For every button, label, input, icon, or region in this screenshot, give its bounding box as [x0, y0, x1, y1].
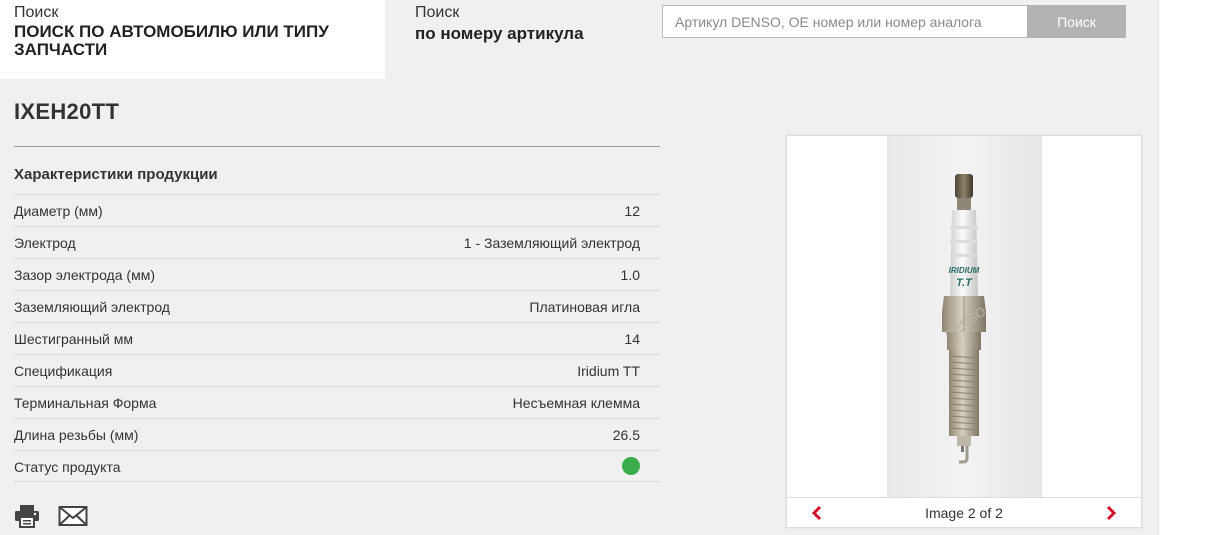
spec-label: Статус продукта: [14, 459, 121, 475]
spec-row-electrode: Электрод 1 - Заземляющий электрод: [14, 226, 660, 258]
image-counter: Image 2 of 2: [925, 505, 1003, 521]
specs-heading: Характеристики продукции: [14, 166, 218, 183]
tab-search-by-vehicle[interactable]: Поиск ПОИСК ПО АВТОМОБИЛЮ ИЛИ ТИПУ ЗАПЧА…: [0, 0, 385, 79]
product-image-gallery: IRIDIUM T.T DENSO Image 2 of 2: [786, 135, 1142, 528]
spec-label: Шестигранный мм: [14, 331, 134, 347]
spark-plug-image: IRIDIUM T.T DENSO: [942, 174, 989, 464]
spec-value: 26.5: [612, 427, 640, 443]
spec-label: Заземляющий электрод: [14, 299, 170, 315]
spec-value: Iridium TT: [577, 363, 640, 379]
action-icons: [14, 504, 88, 533]
spec-value: 1 - Заземляющий электрод: [463, 235, 640, 251]
plug-print-brand: IRIDIUM: [949, 266, 980, 275]
spec-label: Диаметр (мм): [14, 203, 103, 219]
spec-row-status: Статус продукта: [14, 450, 660, 482]
search-button[interactable]: Поиск: [1027, 5, 1126, 38]
tab-vehicle-title: ПОИСК ПО АВТОМОБИЛЮ ИЛИ ТИПУ ЗАПЧАСТИ: [14, 22, 329, 59]
title-divider: [14, 146, 660, 147]
tab-vehicle-caption: Поиск: [14, 4, 59, 21]
plug-print-model: T.T: [956, 277, 973, 289]
spec-label: Электрод: [14, 235, 76, 251]
tab-article-title: по номеру артикула: [415, 24, 584, 43]
right-margin: [1158, 0, 1229, 535]
spec-row-ground-electrode: Заземляющий электрод Платиновая игла: [14, 290, 660, 322]
spec-label: Зазор электрода (мм): [14, 267, 155, 283]
product-photo: IRIDIUM T.T DENSO: [887, 136, 1042, 497]
spec-row-gap: Зазор электрода (мм) 1.0: [14, 258, 660, 290]
next-image-arrow-icon[interactable]: [1101, 503, 1121, 523]
main-content: Поиск ПОИСК ПО АВТОМОБИЛЮ ИЛИ ТИПУ ЗАПЧА…: [0, 0, 1158, 535]
spec-value: Платиновая игла: [529, 299, 640, 315]
spec-value: Несъемная клемма: [512, 395, 640, 411]
spec-label: Терминальная Форма: [14, 395, 157, 411]
spec-row-hex: Шестигранный мм 14: [14, 322, 660, 354]
spec-row-thread-length: Длина резьбы (мм) 26.5: [14, 418, 660, 450]
printer-icon[interactable]: [14, 504, 40, 533]
spec-row-diameter: Диаметр (мм) 12: [14, 194, 660, 226]
tab-search-by-article[interactable]: Поиск по номеру артикула: [401, 0, 641, 79]
status-indicator: [622, 457, 640, 475]
spec-value: 1.0: [620, 267, 640, 283]
gallery-pager: Image 2 of 2: [787, 497, 1141, 527]
spec-value: 12: [624, 203, 640, 219]
specs-table: Диаметр (мм) 12 Электрод 1 - Заземляющий…: [14, 194, 660, 482]
search-input[interactable]: [662, 5, 1027, 38]
spec-label: Длина резьбы (мм): [14, 427, 139, 443]
spec-value: 14: [624, 331, 640, 347]
spec-label: Спецификация: [14, 363, 113, 379]
spec-row-terminal: Терминальная Форма Несъемная клемма: [14, 386, 660, 418]
spec-row-specification: Спецификация Iridium TT: [14, 354, 660, 386]
envelope-icon[interactable]: [58, 505, 88, 532]
product-title: IXEH20TT: [14, 99, 120, 124]
tab-article-caption: Поиск: [415, 4, 460, 21]
